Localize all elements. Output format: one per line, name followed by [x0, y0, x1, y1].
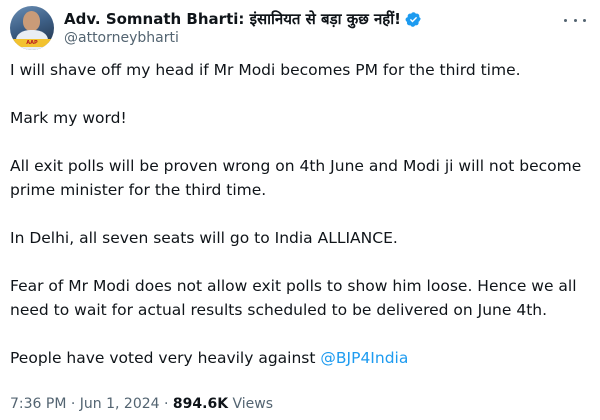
author-name-text: Adv. Somnath Bharti: इंसानियत से बड़ा कु… — [64, 10, 402, 28]
tweet-last-line-text: People have voted very heavily against — [10, 349, 321, 367]
tweet-body: I will shave off my head if Mr Modi beco… — [10, 58, 582, 370]
tweet-paragraph: Mark my word! — [10, 109, 127, 127]
tweet-paragraph: All exit polls will be proven wrong on 4… — [10, 157, 582, 199]
mention-link[interactable]: @BJP4India — [320, 349, 408, 367]
verified-badge-icon — [405, 11, 421, 27]
tweet-last-paragraph: People have voted very heavily against @… — [10, 346, 582, 370]
meta-separator: · — [70, 396, 76, 412]
views-count: 894.6K — [172, 396, 229, 412]
author-display-name[interactable]: Adv. Somnath Bharti: इंसानियत से बड़ा कु… — [64, 9, 422, 29]
views-label: Views — [232, 396, 274, 412]
tweet-paragraph: I will shave off my head if Mr Modi beco… — [10, 61, 521, 79]
tweet-header: AAP Adv. Somnath Bharti: इंसानियत से बड़… — [10, 6, 590, 52]
tweet-date[interactable]: Jun 1, 2024 — [80, 396, 160, 412]
tweet-meta: 7:36 PM · Jun 1, 2024 · 894.6K Views — [10, 396, 273, 412]
author-handle[interactable]: @attorneybharti — [64, 30, 179, 46]
more-options-icon[interactable] — [564, 12, 586, 28]
tweet-paragraph: In Delhi, all seven seats will go to Ind… — [10, 229, 398, 247]
meta-separator: · — [164, 396, 169, 412]
avatar-banner-text: AAP — [26, 40, 38, 46]
tweet-paragraph: Fear of Mr Modi does not allow exit poll… — [10, 277, 577, 319]
avatar[interactable]: AAP — [10, 6, 54, 50]
tweet-time[interactable]: 7:36 PM — [10, 396, 66, 412]
